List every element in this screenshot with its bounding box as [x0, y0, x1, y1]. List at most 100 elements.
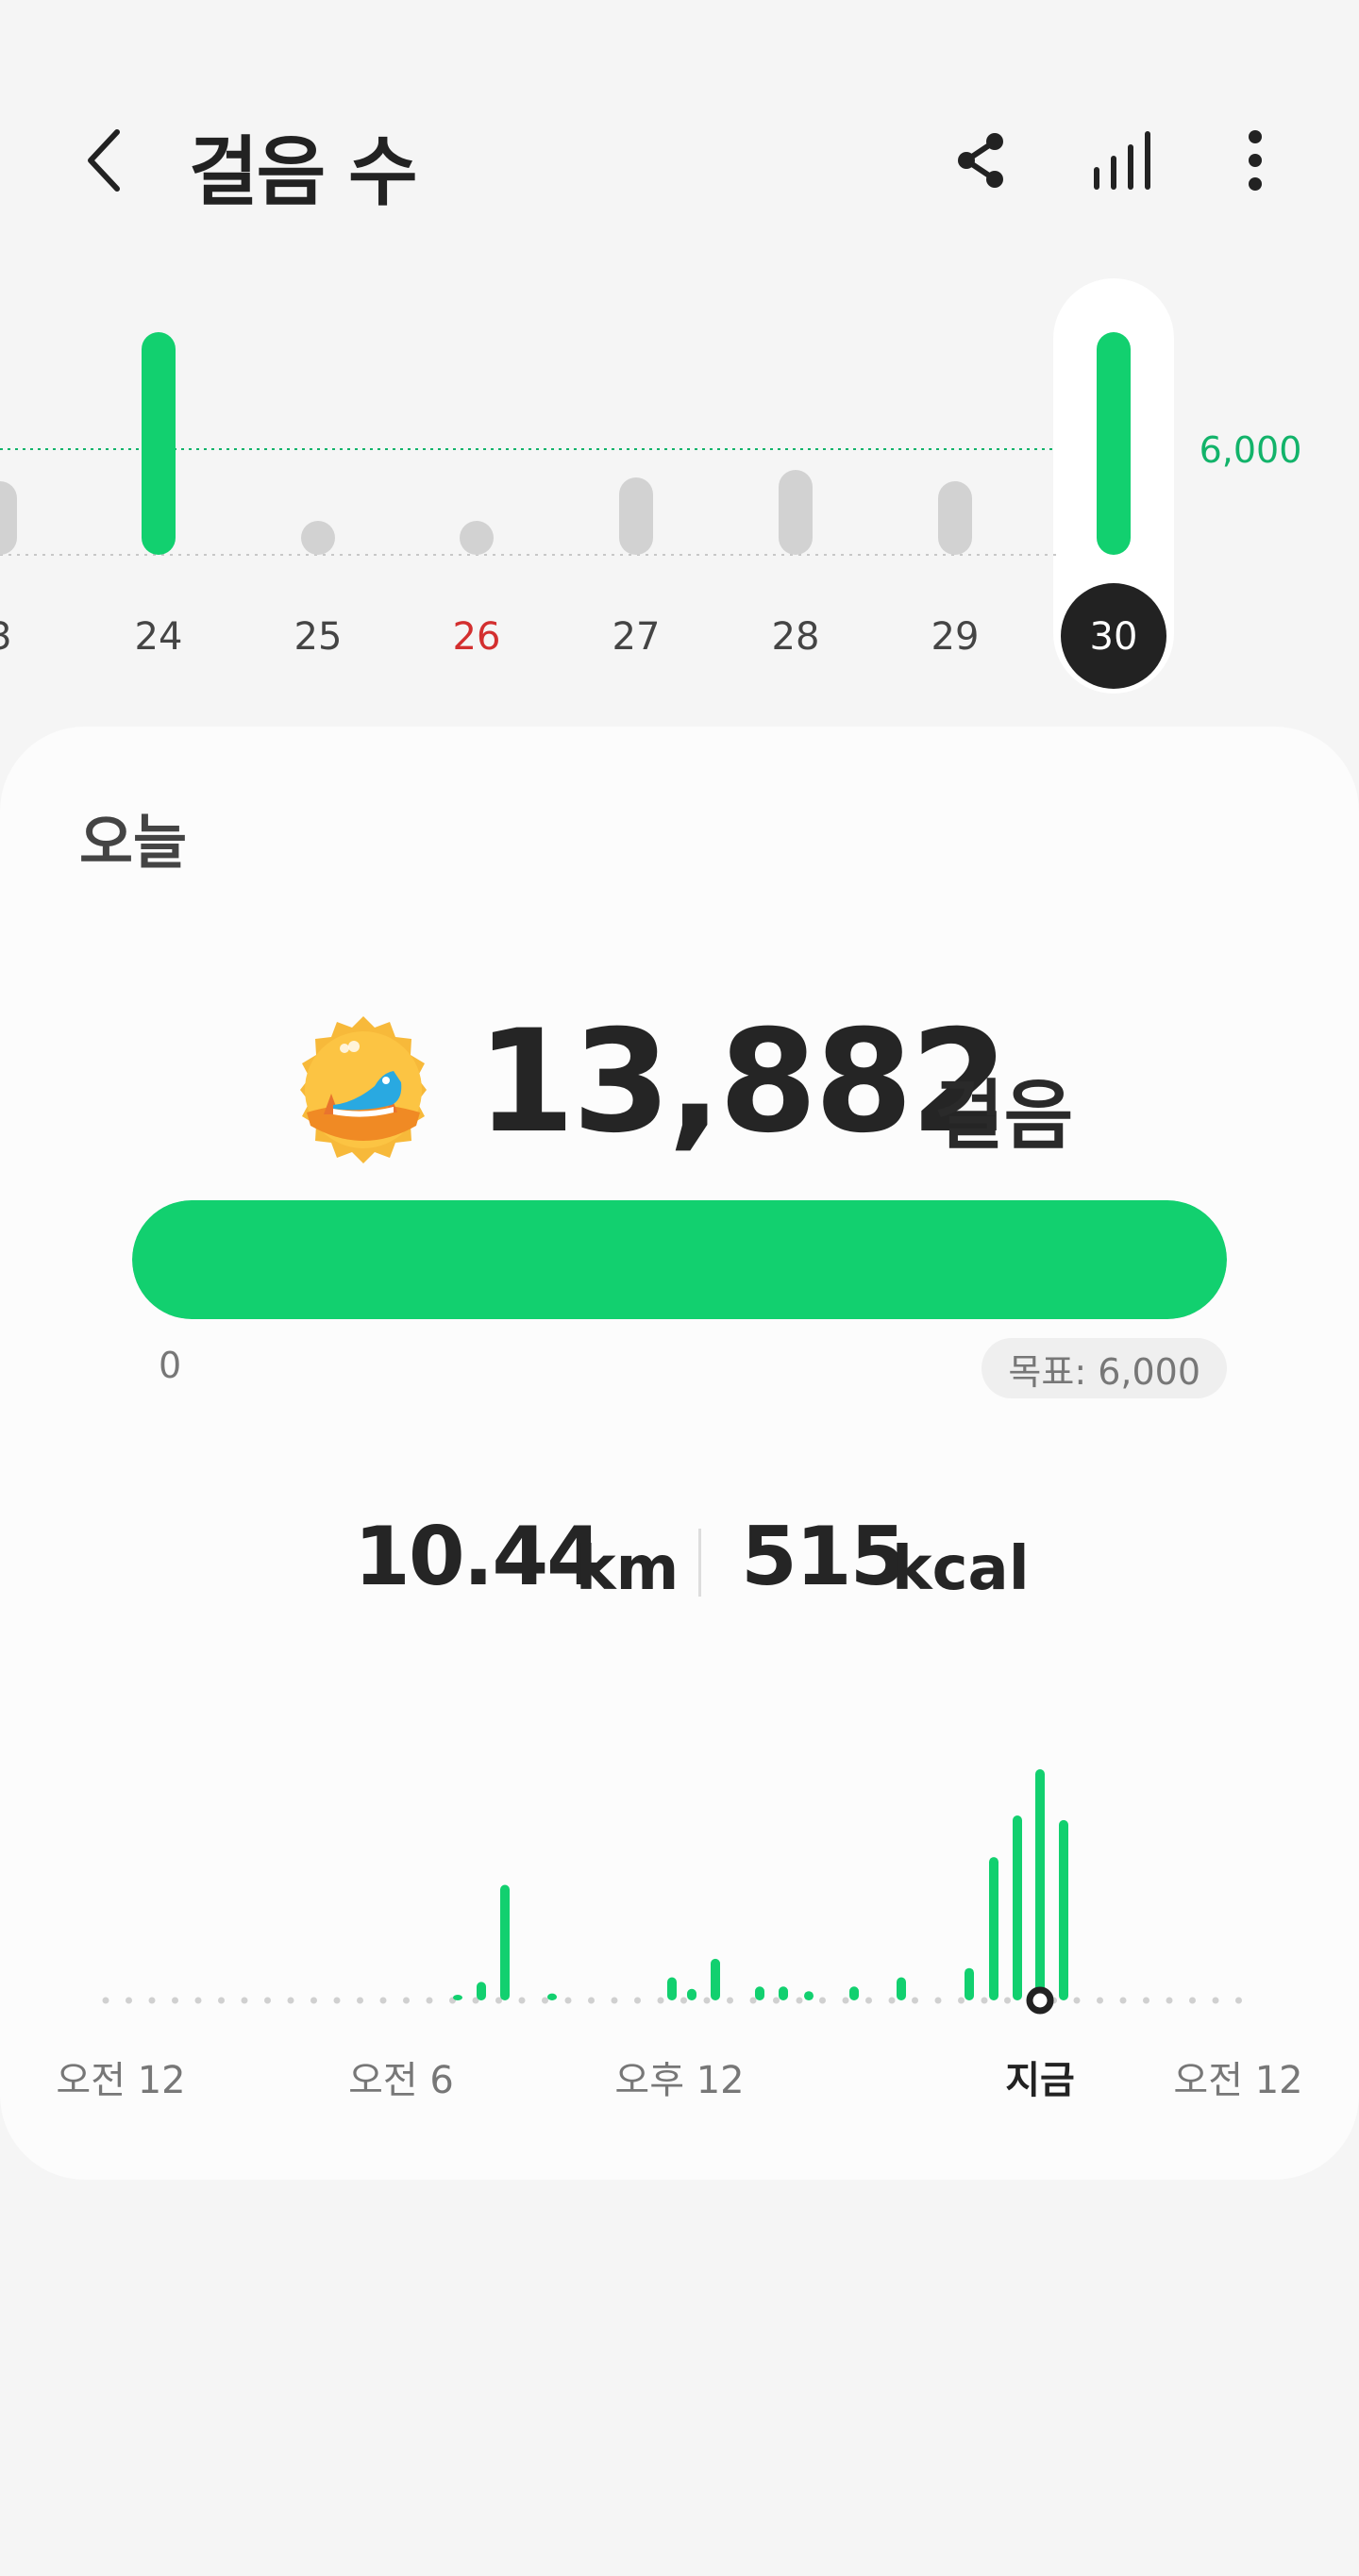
hourly-baseline-dot — [842, 1997, 849, 2004]
hourly-baseline-dot — [773, 1997, 780, 2004]
weekly-day-label-29: 29 — [931, 615, 980, 659]
hourly-baseline-dot — [958, 1997, 965, 2004]
hourly-baseline-dot — [1189, 1997, 1196, 2004]
hourly-chart-svg — [102, 1769, 1242, 2015]
weekly-day-label-30: 30 — [1090, 615, 1138, 659]
weekly-day-label-28: 28 — [772, 615, 820, 659]
hourly-baseline-dot — [657, 1997, 664, 2004]
hourly-bar — [965, 1967, 974, 2000]
hourly-baseline-dot — [1097, 1997, 1103, 2004]
hourly-bar — [1059, 1819, 1068, 2000]
hour-label-noon: 오후 12 — [614, 2059, 745, 2102]
app-header: 걸음 수 — [0, 0, 1359, 321]
hourly-baseline-dot — [542, 1997, 548, 2004]
hourly-baseline-dot — [357, 1997, 363, 2004]
hourly-steps-chart[interactable]: 오전 12 오전 6 오후 12 지금 오전 12 — [0, 1717, 1359, 2102]
hourly-baseline-dot — [749, 1997, 757, 2004]
hourly-baseline-dot — [333, 1997, 341, 2004]
step-count: 13,882 — [477, 1000, 1009, 1164]
hourly-baseline-dot — [727, 1997, 733, 2004]
hourly-baseline-dot — [912, 1997, 918, 2004]
weekly-bar-30 — [1097, 332, 1131, 555]
hourly-baseline-dot — [1235, 1997, 1242, 2004]
weekly-bar-25 — [301, 521, 335, 555]
weekly-day-label-25: 25 — [294, 615, 343, 659]
hourly-bar — [849, 1986, 859, 2000]
hourly-baseline-dot — [148, 1997, 156, 2004]
hourly-baseline-dot — [379, 1997, 387, 2004]
weekly-bar-24 — [142, 332, 176, 555]
hourly-baseline-dot — [981, 1997, 988, 2004]
hourly-baseline-dot — [1212, 1997, 1219, 2004]
today-label: 오늘 — [79, 808, 188, 877]
hourly-bar — [1035, 1769, 1045, 2000]
share-button[interactable] — [944, 123, 1019, 198]
hourly-baseline-dot — [426, 1997, 433, 2004]
hour-label-now: 지금 — [1005, 2059, 1075, 2102]
distance-value: 10.44 — [354, 1510, 603, 1604]
chart-view-button[interactable] — [1085, 123, 1161, 198]
hourly-bar — [755, 1986, 764, 2000]
weekly-bar-26 — [460, 521, 494, 555]
hourly-bar — [453, 1995, 462, 2000]
weekly-day-label-3: 3 — [0, 615, 12, 659]
hourly-baseline-dot — [287, 1997, 294, 2004]
hourly-bar — [547, 1993, 557, 2000]
hourly-baseline-dot — [1004, 1997, 1011, 2004]
hourly-bar — [779, 1986, 788, 2000]
hourly-bar — [897, 1977, 906, 2000]
now-marker — [1026, 1986, 1054, 2015]
hourly-baseline-dot — [310, 1997, 317, 2004]
hourly-baseline-dot — [611, 1997, 618, 2004]
hourly-bar — [1013, 1815, 1022, 2000]
progress-min-label: 0 — [159, 1345, 182, 1386]
weekly-goal-label: 6,000 — [1200, 429, 1302, 471]
hourly-baseline-dot — [172, 1997, 178, 2004]
today-card: 오늘 13,882 걸음 0 목표: 6,000 10.44 km 515 kc… — [0, 727, 1359, 2180]
hourly-baseline-dot — [126, 1997, 132, 2004]
hourly-bar — [804, 1991, 814, 2000]
weekly-bar-27 — [619, 477, 653, 555]
page-title: 걸음 수 — [189, 128, 418, 216]
distance-unit: km — [576, 1534, 680, 1604]
hourly-baseline-dot — [102, 1997, 109, 2004]
activity-stats: 10.44 km 515 kcal — [0, 1510, 1359, 1623]
hourly-bar — [477, 1982, 486, 2000]
goal-progress-fill — [132, 1200, 1227, 1319]
hourly-bar — [989, 1857, 998, 2000]
hourly-baseline-dot — [564, 1997, 572, 2004]
hourly-baseline-dot — [819, 1997, 826, 2004]
hourly-baseline-dot — [865, 1997, 872, 2004]
more-vert-icon — [1249, 130, 1262, 191]
more-options-button[interactable] — [1217, 123, 1293, 198]
weekly-day-label-26: 26 — [453, 615, 501, 659]
hourly-baseline-dot — [1119, 1997, 1127, 2004]
chevron-left-icon — [88, 129, 120, 192]
hourly-baseline-dot — [241, 1997, 248, 2004]
hourly-baseline-dot — [194, 1997, 202, 2004]
calories-value: 515 — [741, 1510, 907, 1604]
weekly-bar-3 — [0, 481, 17, 555]
hourly-baseline-dot — [1143, 1997, 1149, 2004]
running-shoe-badge-icon — [300, 1016, 427, 1163]
stats-divider — [698, 1529, 701, 1597]
hourly-bar — [500, 1884, 510, 2000]
hour-label-6am: 오전 6 — [348, 2059, 454, 2102]
hourly-bar — [687, 1988, 696, 2000]
hourly-bar — [667, 1977, 677, 2000]
back-button[interactable] — [66, 118, 142, 203]
weekly-bar-29 — [938, 481, 972, 555]
hour-label-midnight-start: 오전 12 — [56, 2059, 186, 2102]
hourly-baseline-dot — [796, 1997, 803, 2004]
goal-badge[interactable]: 목표: 6,000 — [982, 1338, 1227, 1398]
weekly-bar-28 — [779, 470, 813, 555]
weekly-steps-chart[interactable]: 6,000 3 24 25 26 27 28 29 30 — [0, 274, 1359, 708]
hour-label-midnight-end: 오전 12 — [1173, 2059, 1303, 2102]
hourly-baseline-dot — [403, 1997, 410, 2004]
calories-unit: kcal — [892, 1534, 1030, 1604]
hourly-baseline-dot — [934, 1997, 942, 2004]
hourly-baseline-dot — [218, 1997, 225, 2004]
hourly-baseline-dot — [518, 1997, 526, 2004]
weekly-day-label-24: 24 — [135, 615, 183, 659]
hourly-baseline-dot — [264, 1997, 271, 2004]
